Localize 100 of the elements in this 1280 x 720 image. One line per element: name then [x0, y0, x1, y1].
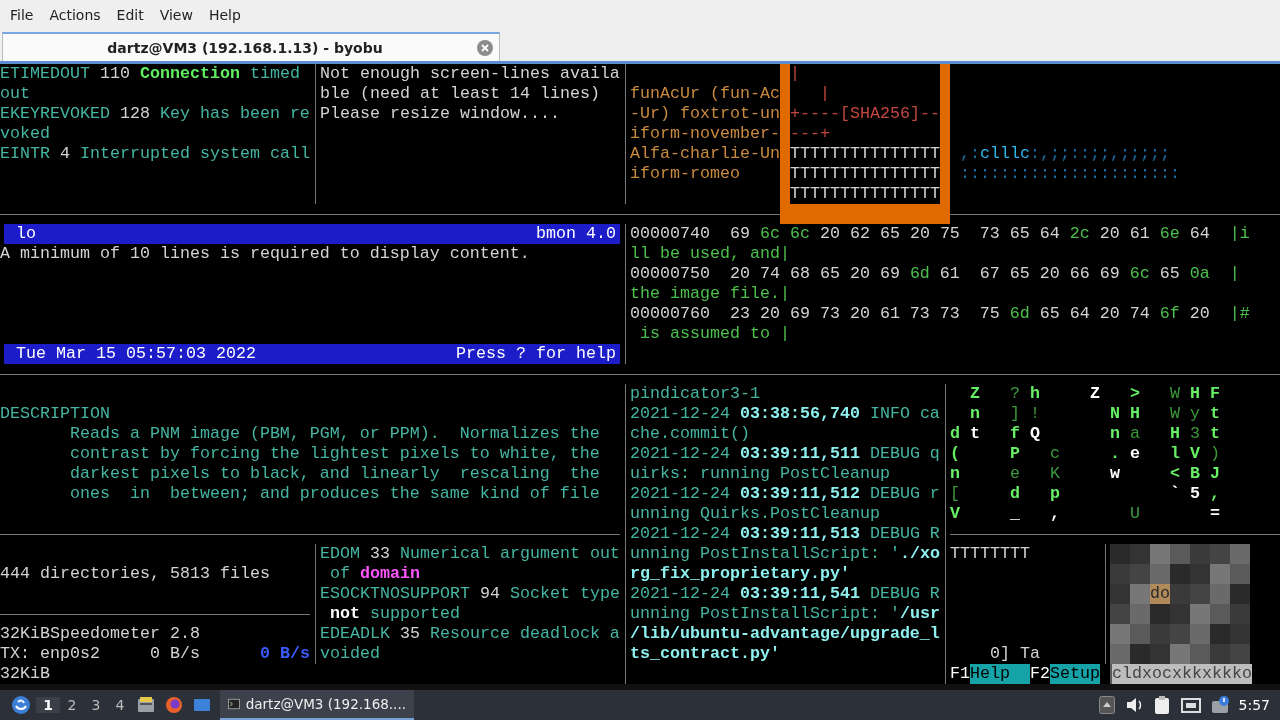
workspace-button[interactable]: 1: [36, 697, 60, 713]
terminal-line: |: [790, 64, 800, 84]
terminal-line: ll be used, and|: [630, 244, 790, 264]
terminal-line: contrast by forcing the lightest pixels to white, the: [68, 444, 600, 464]
terminal-line: Reads a PNM image (PBM, PGM, or PPM). Normalizes the: [68, 424, 600, 444]
matrix-row: ( P c . e l V ): [950, 444, 1220, 464]
terminal-line: TTTTTTTTTTTTTTT: [790, 164, 940, 184]
workspace-button[interactable]: 2: [60, 697, 84, 713]
terminal-line: 2021-12-24 03:39:11,513 DEBUG R: [630, 524, 940, 544]
close-icon[interactable]: [477, 40, 493, 56]
terminal-line: 00000740 69 6c 6c 20 62 65 20 75 73 65 64 2c 20 61 6e 64 |i: [630, 224, 1250, 244]
volume-icon[interactable]: [1124, 695, 1143, 715]
terminal-line: TX: enp0s2 0 B/s 0 B/s: [0, 644, 310, 664]
terminal-line: out: [0, 84, 30, 104]
terminal-line: -Ur) foxtrot-un: [630, 104, 780, 124]
terminal-line: 00000760 23 20 69 73 20 61 73 73 75 6d 65 64 20 74 6f 20 |#: [630, 304, 1250, 324]
terminal-line: voked: [0, 124, 50, 144]
terminal-line: funAcUr (fun-Ac: [630, 84, 780, 104]
expand-tray-icon[interactable]: [1098, 696, 1115, 714]
terminal-line: /lib/ubuntu-advantage/upgrade_l: [630, 624, 940, 644]
terminal-line: not supported: [329, 604, 460, 624]
tab-title: dartz@VM3 (192.168.1.13) - byobu: [107, 39, 383, 56]
terminal-line: uirks: running PostCleanup: [630, 464, 890, 484]
terminal-line: 2021-12-24 03:39:11,512 DEBUG r: [630, 484, 940, 504]
terminal-line: TTTTTTTTTTTTTTT: [790, 144, 940, 164]
terminal-line: ETIMEDOUT 110 Connection timed: [0, 64, 300, 84]
key-label[interactable]: Setup: [1050, 664, 1100, 684]
matrix-row-text: Z ? h Z > W H F: [969, 384, 1220, 404]
task-button[interactable]: dartz@VM3 (192.168....: [220, 690, 414, 720]
terminal-line: ---+: [790, 124, 830, 144]
terminal-line: iform-november-: [630, 124, 780, 144]
terminal-line: EKEYREVOKED 128 Key has been re: [0, 104, 310, 124]
menu-item[interactable]: View: [151, 0, 201, 30]
terminal-line: TTTTTTTTTTTTTTT: [790, 184, 940, 204]
terminal-line: TTTTTTTT: [950, 544, 1030, 564]
task-title: dartz@VM3 (192.168....: [245, 696, 406, 712]
menu-item[interactable]: Edit: [108, 0, 152, 30]
terminal-line: darkest pixels to black, and linearly rescaling the: [68, 464, 600, 484]
terminal-line: Not enough screen-lines availa: [320, 64, 620, 84]
terminal-line: 2021-12-24 03:39:11,511 DEBUG q: [630, 444, 940, 464]
terminal-line: iform-romeo: [630, 164, 740, 184]
terminal-line: 32KiBSpeedometer 2.8: [0, 624, 200, 644]
workspace-button[interactable]: 4: [108, 697, 132, 713]
matrix-row: V _ , U =: [950, 504, 1220, 524]
terminal-line: EINTR 4 Interrupted system call: [0, 144, 310, 164]
terminal-line: ESOCKTNOSUPPORT 94 Socket type: [320, 584, 620, 604]
bar-title: Tue Mar 15 05:57:03 2022: [16, 344, 256, 364]
art-text: cldxocxkkxkkko: [1112, 664, 1252, 684]
terminal-line: 2021-12-24 03:39:11,541 DEBUG R: [630, 584, 940, 604]
terminal-line: 0] Ta: [988, 644, 1040, 664]
clipboard-icon[interactable]: [1152, 695, 1171, 715]
terminal-line: che.commit(): [630, 424, 750, 444]
terminal-line: unning Quirks.PostCleanup: [630, 504, 880, 524]
start-menu-icon[interactable]: [11, 695, 31, 715]
terminal-line: pindicator3-1: [630, 384, 760, 404]
key-label[interactable]: Help: [970, 664, 1030, 684]
terminal-line: EDEADLK 35 Resource deadlock a: [320, 624, 620, 644]
bar-label: Press ? for help: [456, 344, 616, 364]
terminal-line: 32KiB: [0, 664, 50, 684]
browser-icon[interactable]: [165, 696, 183, 714]
terminal-line: DESCRIPTION: [0, 404, 110, 424]
function-key: F1: [950, 664, 970, 684]
matrix-row: d t f Q n a H 3 t: [950, 424, 1220, 444]
terminal-line: ts_contract.py': [630, 644, 780, 664]
terminal-line: Please resize window....: [320, 104, 560, 124]
terminal-line: is assumed to |: [639, 324, 790, 344]
art-text: do: [1150, 584, 1170, 604]
terminal-line: 444 directories, 5813 files: [0, 564, 270, 584]
terminal-icon: [228, 696, 240, 712]
terminal-tab[interactable]: dartz@VM3 (192.168.1.13) - byobu: [2, 32, 500, 61]
terminal-line: Alfa-charlie-Un: [630, 144, 780, 164]
matrix-row: n e K w < B J: [950, 464, 1220, 484]
bar-label: bmon 4.0: [536, 224, 616, 244]
notification-icon[interactable]: [1210, 696, 1229, 714]
terminal-line: EDOM 33 Numerical argument out: [320, 544, 620, 564]
terminal-line: A minimum of 10 lines is required to display content.: [0, 244, 530, 264]
terminal-line: ::::::::::::::::::::::: [959, 164, 1180, 184]
terminal-line: 00000750 20 74 68 65 20 69 6d 61 67 65 20 66 69 6c 65 0a |: [630, 264, 1240, 284]
terminal-line: |: [819, 84, 830, 104]
terminal-line: unning PostInstallScript: './xo: [630, 544, 940, 564]
terminal-line: voided: [320, 644, 380, 664]
menu-item[interactable]: File: [2, 0, 42, 30]
bar-title: lo: [16, 224, 36, 244]
matrix-row-text: n ] ! N H W y t: [969, 404, 1220, 424]
file-manager-icon[interactable]: [137, 696, 155, 714]
desktop-icon[interactable]: [193, 696, 211, 714]
terminal-line: of domain: [329, 564, 420, 584]
clock[interactable]: 5:57: [1238, 697, 1270, 713]
menu-item[interactable]: Actions: [41, 0, 109, 30]
workspace-button[interactable]: 3: [84, 697, 108, 713]
terminal-line: ones in between; and produces the same kind of file: [68, 484, 600, 504]
terminal-line: ble (need at least 14 lines): [320, 84, 600, 104]
terminal-line: +----[SHA256]--: [790, 104, 940, 124]
terminal-line: 2021-12-24 03:38:56,740 INFO ca: [630, 404, 940, 424]
network-icon[interactable]: [1180, 696, 1201, 714]
terminal-line: the image file.|: [630, 284, 790, 304]
menu-item[interactable]: Help: [200, 0, 249, 30]
terminal-line: ,:clllc:,;;::;;,;;;;;: [959, 144, 1170, 164]
terminal-line: rg_fix_proprietary.py': [630, 564, 850, 584]
matrix-row: [ d p ` 5 ,: [950, 484, 1220, 504]
